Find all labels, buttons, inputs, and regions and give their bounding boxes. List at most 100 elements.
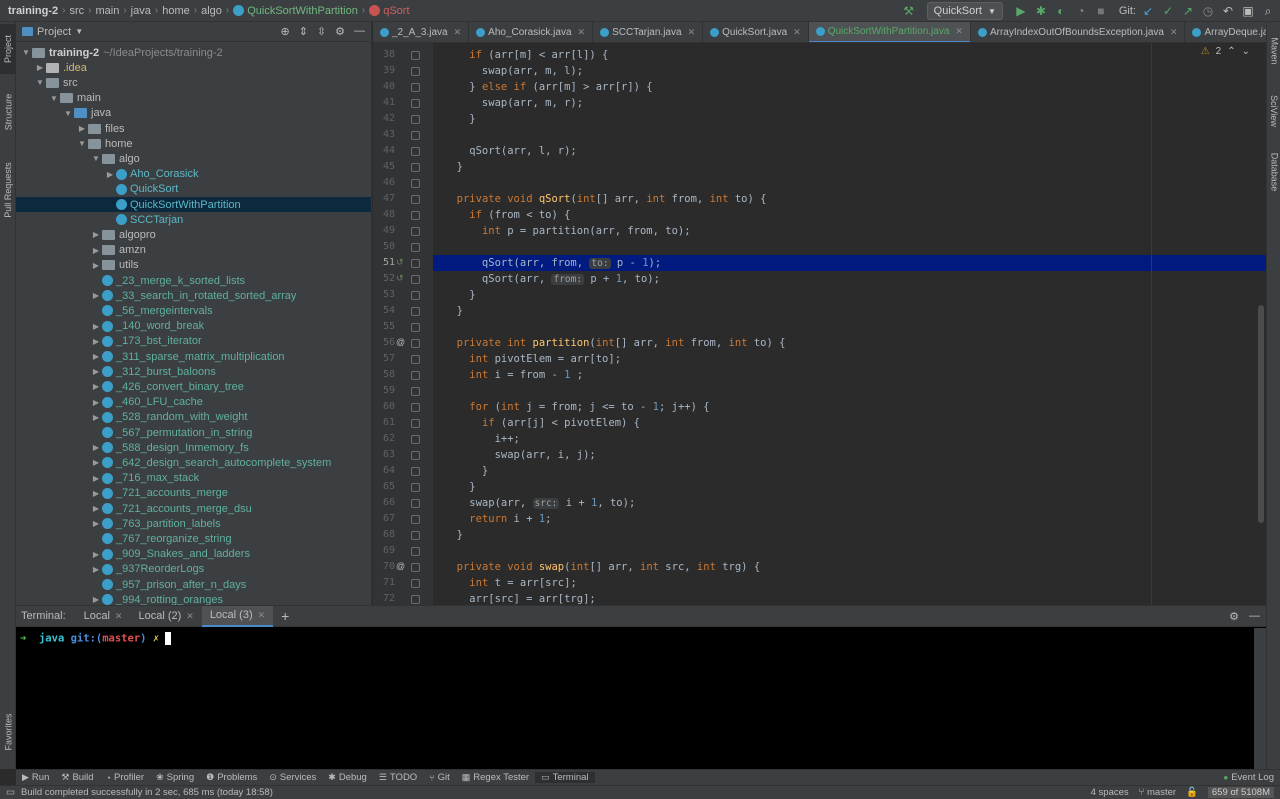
code-line[interactable]: private void qSort(int[] arr, int from, … [444, 191, 767, 207]
history-icon[interactable]: ◷ [1200, 3, 1216, 19]
tool-window-profiler[interactable]: ◔ Profiler [100, 772, 151, 783]
tool-window-run[interactable]: ▶ Run [16, 772, 55, 783]
chevron-right-icon[interactable]: ▶ [90, 382, 102, 391]
gear-icon[interactable]: ⚙ [335, 25, 345, 38]
tree-item[interactable]: ▶ _994_rotting_oranges [16, 592, 371, 605]
debug-icon[interactable]: ✱ [1033, 3, 1049, 19]
code-line[interactable]: int i = from - 1 ; [444, 367, 583, 383]
editor-tab[interactable]: ArrayIndexOutOfBoundsException.java ✕ [971, 22, 1186, 42]
fold-marker-icon[interactable] [411, 419, 420, 428]
tree-item[interactable]: ▶ _909_Snakes_and_ladders [16, 547, 371, 562]
tree-item[interactable]: ▼ java [16, 106, 371, 121]
tree-item[interactable]: ▼ algo [16, 151, 371, 166]
code-line[interactable]: if (arr[m] < arr[l]) { [444, 47, 608, 63]
git-update-icon[interactable]: ↙ [1140, 3, 1156, 19]
tool-window-build[interactable]: ⚒ Build [55, 772, 99, 783]
chevron-right-icon[interactable]: ▶ [90, 398, 102, 407]
chevron-right-icon[interactable]: ▶ [90, 337, 102, 346]
fold-marker-icon[interactable] [411, 451, 420, 460]
tree-item[interactable]: QuickSortWithPartition [16, 197, 371, 212]
fold-marker-icon[interactable] [411, 515, 420, 524]
tree-item[interactable]: ▶ utils [16, 258, 371, 273]
git-push-icon[interactable]: ↗ [1180, 3, 1196, 19]
breadcrumb-project[interactable]: training-2 [0, 5, 62, 17]
chevron-right-icon[interactable]: ▶ [90, 352, 102, 361]
gear-icon[interactable]: ⚙ [1229, 610, 1249, 623]
tree-item[interactable]: ▼ home [16, 136, 371, 151]
memory-indicator[interactable]: 659 of 5108M [1207, 787, 1274, 798]
tool-window-todo[interactable]: ☰ TODO [373, 772, 423, 783]
fold-marker-icon[interactable] [411, 147, 420, 156]
editor-tab[interactable]: _2_A_3.java ✕ [373, 22, 470, 42]
code-line[interactable]: } [444, 303, 463, 319]
chevron-right-icon[interactable]: ▶ [90, 367, 102, 376]
chevron-right-icon[interactable]: ▶ [90, 322, 102, 331]
fold-marker-icon[interactable] [411, 547, 420, 556]
hide-icon[interactable]: — [354, 25, 365, 38]
tool-window-spring[interactable]: ❀ Spring [150, 772, 200, 783]
code-line[interactable]: swap(arr, src: i + 1, to); [444, 495, 635, 511]
fold-marker-icon[interactable] [411, 563, 420, 572]
close-icon[interactable]: ✕ [688, 27, 696, 38]
coverage-icon[interactable]: ◐ [1053, 3, 1069, 19]
git-commit-icon[interactable]: ✓ [1160, 3, 1176, 19]
git-branch-widget[interactable]: ⑂ master [1139, 787, 1176, 798]
fold-marker-icon[interactable] [411, 179, 420, 188]
chevron-down-icon[interactable]: ▼ [34, 78, 46, 87]
fold-marker-icon[interactable] [411, 403, 420, 412]
tree-item[interactable]: ▶ _33_search_in_rotated_sorted_array [16, 288, 371, 303]
code-line[interactable]: i++; [444, 431, 520, 447]
editor-scrollbar[interactable] [1258, 305, 1264, 523]
fold-marker-icon[interactable] [411, 307, 420, 316]
locate-icon[interactable]: ⊕ [280, 25, 289, 38]
editor-tab[interactable]: Aho_Corasick.java ✕ [469, 22, 594, 42]
tool-window-problems[interactable]: ❶ Problems [200, 772, 263, 783]
profile-icon[interactable]: ◔ [1073, 3, 1089, 19]
fold-marker-icon[interactable] [411, 243, 420, 252]
chevron-right-icon[interactable]: ▶ [90, 550, 102, 559]
breadcrumb-java[interactable]: java [127, 5, 155, 17]
tool-tab-structure[interactable]: Structure [0, 82, 16, 142]
tree-item[interactable]: ▶ _642_design_search_autocomplete_system [16, 455, 371, 470]
fold-marker-icon[interactable] [411, 435, 420, 444]
fold-marker-icon[interactable] [411, 195, 420, 204]
tree-item[interactable]: _957_prison_after_n_days [16, 577, 371, 592]
tree-item[interactable]: ▼ src [16, 75, 371, 90]
code-line[interactable]: qSort(arr, l, r); [444, 143, 576, 159]
fold-marker-icon[interactable] [411, 499, 420, 508]
code-line[interactable]: if (from < to) { [444, 207, 570, 223]
tool-tab-sciview[interactable]: SciView [1267, 86, 1280, 136]
chevron-right-icon[interactable]: ▶ [90, 230, 102, 239]
fold-marker-icon[interactable] [411, 131, 420, 140]
tool-window-terminal[interactable]: ▭ Terminal [535, 772, 595, 783]
terminal-tab[interactable]: Local ✕ [76, 606, 131, 627]
override-marker-icon[interactable]: @ [396, 561, 405, 571]
fold-marker-icon[interactable] [411, 259, 420, 268]
chevron-right-icon[interactable]: ▶ [90, 565, 102, 574]
fold-marker-icon[interactable] [411, 531, 420, 540]
chevron-down-icon[interactable]: ⌄ [1242, 46, 1250, 57]
override-marker-icon[interactable]: @ [396, 337, 405, 347]
fold-marker-icon[interactable] [411, 115, 420, 124]
chevron-down-icon[interactable]: ▼ [75, 27, 83, 36]
status-bar-icon[interactable]: ▭ [0, 787, 21, 798]
tree-item[interactable]: ▶ _721_accounts_merge [16, 486, 371, 501]
fold-marker-icon[interactable] [411, 595, 420, 604]
fold-marker-icon[interactable] [411, 211, 420, 220]
tree-item[interactable]: ▶ _140_word_break [16, 319, 371, 334]
code-line[interactable]: return i + 1; [444, 511, 551, 527]
breadcrumb-method[interactable]: qSort [365, 5, 413, 17]
code-line[interactable]: swap(arr, m, l); [444, 63, 583, 79]
code-line[interactable]: arr[src] = arr[trg]; [444, 591, 595, 605]
run-icon[interactable]: ▶ [1013, 3, 1029, 19]
code-line[interactable]: int t = arr[src]; [444, 575, 576, 591]
editor-tab[interactable]: ArrayDeque.java✕ [1185, 22, 1266, 42]
close-icon[interactable]: ✕ [186, 611, 194, 622]
fold-marker-icon[interactable] [411, 99, 420, 108]
project-structure-icon[interactable]: ▣ [1240, 3, 1256, 19]
tree-item[interactable]: ▶ _173_bst_iterator [16, 334, 371, 349]
fold-marker-icon[interactable] [411, 323, 420, 332]
breadcrumb-class[interactable]: QuickSortWithPartition [229, 5, 362, 17]
chevron-right-icon[interactable]: ▶ [90, 291, 102, 300]
tree-item[interactable]: _567_permutation_in_string [16, 425, 371, 440]
